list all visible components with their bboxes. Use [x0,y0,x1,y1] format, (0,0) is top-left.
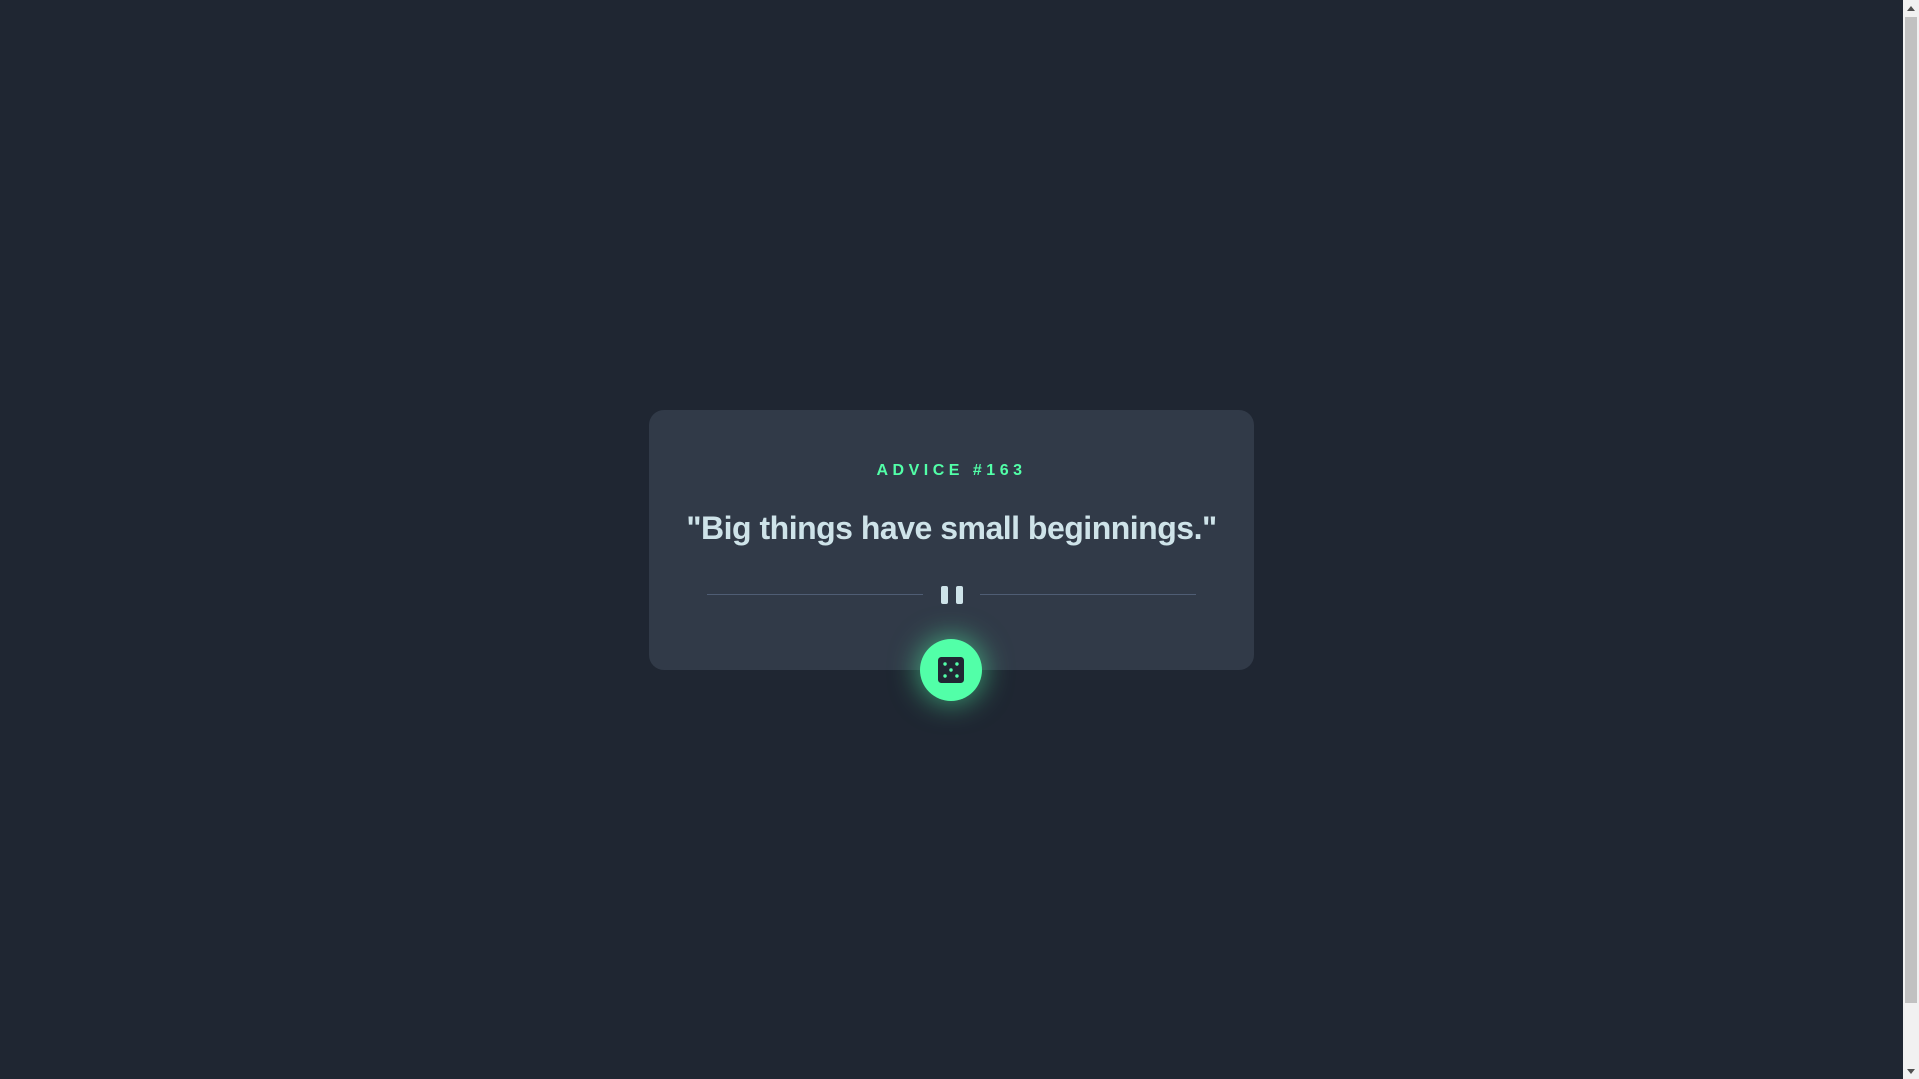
vertical-scrollbar[interactable] [1903,0,1919,1079]
divider-line-left [707,594,923,595]
advice-card: ADVICE #163 "Big things have small begin… [649,410,1254,670]
page-background: ADVICE #163 "Big things have small begin… [0,0,1903,1079]
divider-line-right [980,594,1196,595]
new-advice-button[interactable] [920,639,982,701]
scroll-down-arrow-icon[interactable] [1903,1063,1919,1079]
scrollbar-thumb[interactable] [1905,17,1917,1003]
divider [707,586,1196,604]
dice-icon [938,657,964,683]
advice-id-label: ADVICE #163 [876,462,1027,479]
advice-quote: "Big things have small beginnings." [686,510,1217,546]
scroll-up-arrow-icon[interactable] [1903,0,1919,16]
pause-icon [939,586,965,604]
